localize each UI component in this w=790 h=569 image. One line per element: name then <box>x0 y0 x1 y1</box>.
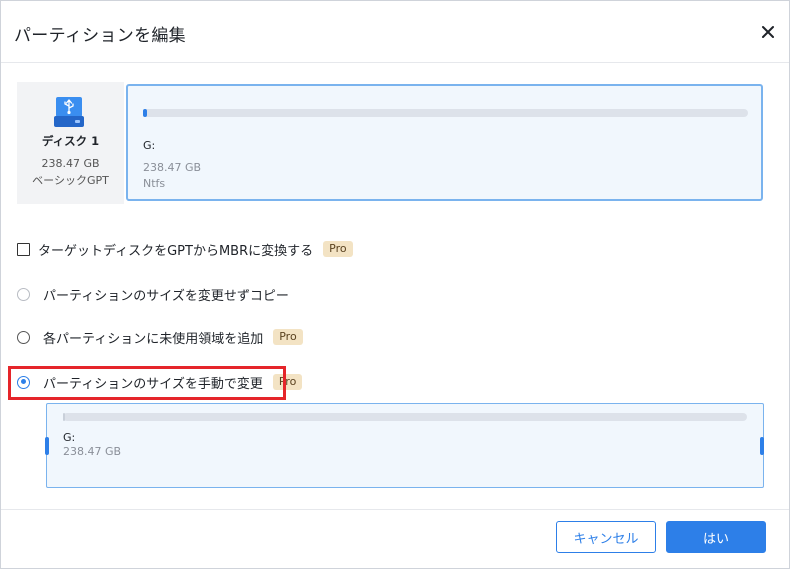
disk-size: 238.47 GB <box>41 157 100 170</box>
resize-handle-right[interactable] <box>760 437 764 455</box>
partition-card[interactable]: G: 238.47 GB Ntfs <box>126 84 763 201</box>
disk-type: ベーシックGPT <box>32 174 109 187</box>
disk-card[interactable]: ディスク 1 238.47 GB ベーシックGPT <box>17 82 124 204</box>
resize-partition-size: 238.47 GB <box>63 445 122 458</box>
resize-partition-letter: G: <box>63 431 76 444</box>
copy-no-resize-radio[interactable] <box>17 287 30 301</box>
cancel-button[interactable]: キャンセル <box>556 521 656 553</box>
partition-usage-fill <box>143 109 147 117</box>
resize-usage-fill <box>63 413 65 421</box>
close-icon <box>762 26 774 38</box>
resize-usage-bar <box>63 413 747 421</box>
pro-badge: Pro <box>273 329 303 345</box>
partition-usage-bar <box>143 109 748 117</box>
close-button[interactable] <box>755 19 781 45</box>
add-unused-space-radio[interactable] <box>17 330 30 344</box>
add-unused-space-label: 各パーティションに未使用領域を追加 <box>43 331 264 347</box>
partition-filesystem: Ntfs <box>143 177 166 190</box>
resize-partition-card[interactable]: G: 238.47 GB <box>45 403 764 488</box>
partition-size: 238.47 GB <box>143 161 202 174</box>
option-add-unused-space[interactable]: 各パーティションに未使用領域を追加 Pro <box>17 327 303 347</box>
convert-label: ターゲットディスクをGPTからMBRに変換する <box>38 243 314 259</box>
option-convert-gpt-mbr[interactable]: ターゲットディスクをGPTからMBRに変換する Pro <box>17 239 353 259</box>
disk-name: ディスク 1 <box>41 134 100 148</box>
footer-divider <box>1 509 789 510</box>
copy-no-resize-label: パーティションのサイズを変更せずコピー <box>43 288 289 304</box>
ok-button[interactable]: はい <box>666 521 766 553</box>
partition-letter: G: <box>143 139 156 152</box>
usb-drive-icon <box>54 97 84 127</box>
convert-checkbox[interactable] <box>17 242 30 256</box>
edit-partition-dialog: パーティションを編集 ディスク 1 238.47 GB ベーシックGPT G: … <box>0 0 790 569</box>
option-copy-no-resize[interactable]: パーティションのサイズを変更せずコピー <box>17 284 289 304</box>
title-bar: パーティションを編集 <box>1 1 789 63</box>
highlight-box <box>8 366 286 400</box>
pro-badge: Pro <box>323 241 353 257</box>
resize-handle-left[interactable] <box>45 437 49 455</box>
dialog-title: パーティションを編集 <box>14 26 186 46</box>
